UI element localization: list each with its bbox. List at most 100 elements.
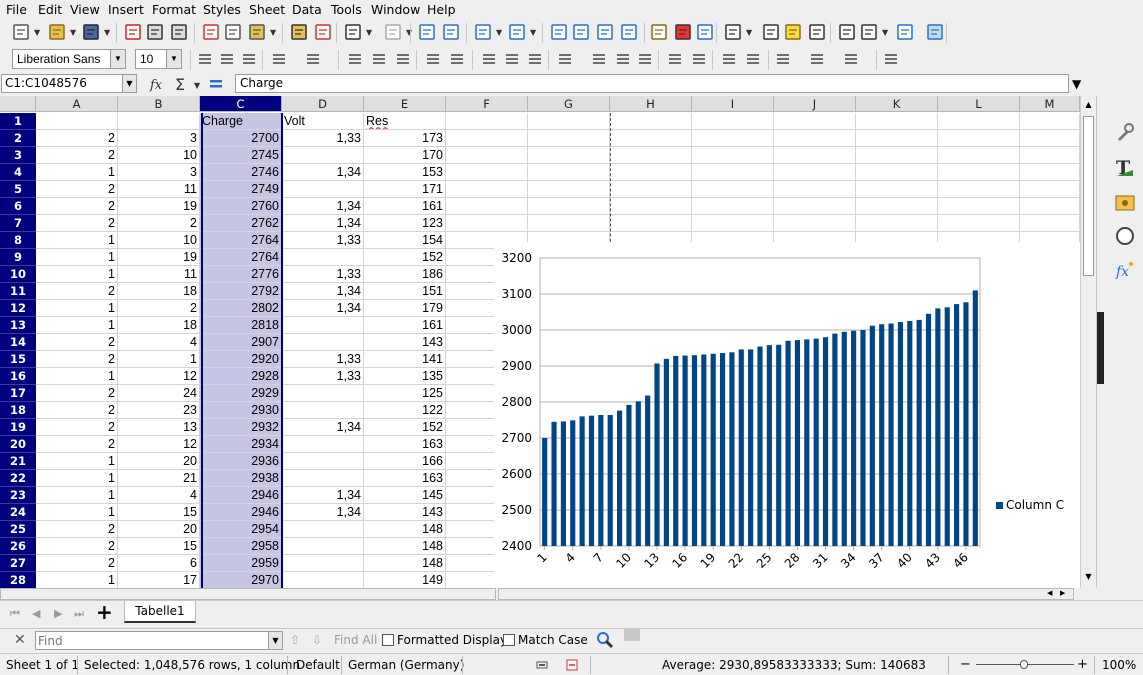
cell[interactable]: 15 <box>118 504 200 521</box>
column-header-l[interactable]: L <box>938 96 1020 112</box>
cell[interactable] <box>528 215 610 232</box>
cell[interactable]: 10 <box>118 147 200 164</box>
scroll-up-icon[interactable]: ▲ <box>1082 100 1095 112</box>
chevron-down-icon[interactable]: ▼ <box>70 29 78 37</box>
function-wizard-icon[interactable]: fx <box>148 76 168 93</box>
cell[interactable]: 166 <box>364 453 446 470</box>
selection-mode-icon[interactable] <box>536 659 548 671</box>
cell[interactable]: 154 <box>364 232 446 249</box>
cell[interactable]: 1,33 <box>282 130 364 147</box>
paste-icon[interactable] <box>248 23 266 41</box>
close-icon[interactable]: ✕ <box>14 632 30 648</box>
cell[interactable]: 1,33 <box>282 266 364 283</box>
cell[interactable]: 125 <box>364 385 446 402</box>
cell[interactable] <box>1020 113 1080 130</box>
font-color-icon[interactable] <box>270 50 288 68</box>
cell[interactable]: 1 <box>36 470 118 487</box>
cell[interactable]: 2818 <box>200 317 282 334</box>
print-preview-icon[interactable] <box>170 23 188 41</box>
wrap-text-icon[interactable] <box>424 50 442 68</box>
cell[interactable]: 1 <box>36 487 118 504</box>
formatted-display-checkbox[interactable] <box>382 634 394 646</box>
cell[interactable]: 2764 <box>200 232 282 249</box>
cell[interactable]: 2749 <box>200 181 282 198</box>
cell[interactable]: 170 <box>364 147 446 164</box>
cell[interactable]: 2920 <box>200 351 282 368</box>
cell[interactable] <box>446 181 528 198</box>
border-color-icon[interactable] <box>842 50 860 68</box>
row-header[interactable]: 7 <box>0 215 36 232</box>
insert-chart-icon[interactable] <box>674 23 692 41</box>
cell[interactable] <box>938 147 1020 164</box>
cell[interactable]: 2 <box>36 419 118 436</box>
cell[interactable]: 19 <box>118 249 200 266</box>
border-style-icon[interactable] <box>808 50 826 68</box>
previous-sheet-icon[interactable]: ◀ <box>32 607 46 621</box>
cell[interactable] <box>282 385 364 402</box>
cell[interactable] <box>774 198 856 215</box>
cell[interactable]: 171 <box>364 181 446 198</box>
name-box[interactable]: C1:C1048576 ▼ <box>1 74 137 93</box>
cell[interactable] <box>1020 215 1080 232</box>
cell[interactable] <box>1020 130 1080 147</box>
cell[interactable]: 20 <box>118 521 200 538</box>
cell[interactable]: 149 <box>364 572 446 588</box>
cell[interactable] <box>610 181 692 198</box>
italic-icon[interactable] <box>218 50 236 68</box>
cell[interactable] <box>692 215 774 232</box>
cell[interactable]: 2 <box>36 555 118 572</box>
column-icon[interactable] <box>508 23 526 41</box>
cell[interactable] <box>282 436 364 453</box>
cell[interactable] <box>528 164 610 181</box>
cell[interactable]: 1 <box>36 249 118 266</box>
align-middle-icon[interactable] <box>503 50 521 68</box>
column-header-d[interactable]: D <box>282 96 364 112</box>
cell[interactable] <box>282 317 364 334</box>
cell[interactable]: 2959 <box>200 555 282 572</box>
cell[interactable] <box>528 113 610 130</box>
cell[interactable]: 1 <box>118 351 200 368</box>
cell[interactable]: 122 <box>364 402 446 419</box>
chevron-down-icon[interactable]: ▼ <box>166 50 181 68</box>
row-header[interactable]: 24 <box>0 504 36 521</box>
redo-icon[interactable] <box>384 23 402 41</box>
cell[interactable]: 20 <box>118 453 200 470</box>
cell[interactable]: 148 <box>364 555 446 572</box>
cell[interactable]: 173 <box>364 130 446 147</box>
cell[interactable]: 2746 <box>200 164 282 181</box>
row-header[interactable]: 11 <box>0 283 36 300</box>
column-header-e[interactable]: E <box>364 96 446 112</box>
font-name-box[interactable]: Liberation Sans ▼ <box>12 49 126 69</box>
cell[interactable]: 1,34 <box>282 419 364 436</box>
align-top-icon[interactable] <box>480 50 498 68</box>
cell[interactable] <box>774 215 856 232</box>
cell[interactable] <box>446 130 528 147</box>
chevron-down-icon[interactable]: ▼ <box>530 29 538 37</box>
spelling-icon[interactable] <box>442 23 460 41</box>
cell[interactable] <box>856 181 938 198</box>
row-header[interactable]: 13 <box>0 317 36 334</box>
cell[interactable] <box>1020 164 1080 181</box>
cell[interactable] <box>610 113 692 130</box>
cell[interactable] <box>1020 181 1080 198</box>
cell[interactable]: 11 <box>118 266 200 283</box>
chart[interactable]: 3200 3100 3000 2900 2800 2700 2600 2500 2400 1 4 7 1… <box>494 242 1080 588</box>
chevron-down-icon[interactable]: ▼ <box>270 29 278 37</box>
cell[interactable] <box>856 147 938 164</box>
cell[interactable]: 2934 <box>200 436 282 453</box>
column-header-j[interactable]: J <box>774 96 856 112</box>
cell[interactable] <box>610 147 692 164</box>
zoom-in-icon[interactable]: + <box>1077 657 1089 672</box>
align-bottom-icon[interactable] <box>526 50 544 68</box>
cell[interactable]: 2 <box>36 538 118 555</box>
page-style[interactable]: Default <box>296 658 340 672</box>
cell[interactable]: 2907 <box>200 334 282 351</box>
cell[interactable] <box>692 130 774 147</box>
print-icon[interactable] <box>146 23 164 41</box>
menu-window[interactable]: Window <box>371 2 420 17</box>
pivot-table-icon[interactable] <box>696 23 714 41</box>
conditional-format-icon[interactable] <box>882 50 900 68</box>
spreadsheet-grid[interactable]: A B C D E F G H I J K L M 1 Charge Volt Res 2 2 3 2700 1,33 17… <box>0 96 1080 588</box>
sidebar-collapse-handle[interactable] <box>1097 312 1104 384</box>
cell[interactable]: 2760 <box>200 198 282 215</box>
